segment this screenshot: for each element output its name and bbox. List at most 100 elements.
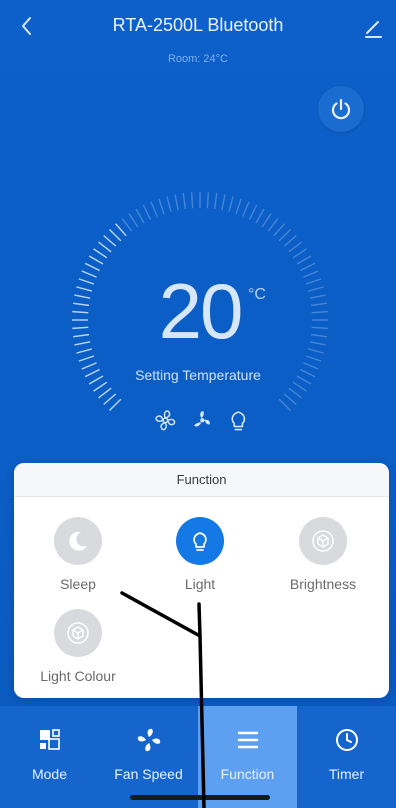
bulb-icon [231, 411, 246, 430]
nav-item-mode[interactable]: Mode [0, 706, 99, 808]
dial-tick [309, 294, 326, 299]
dial-tick [78, 278, 95, 285]
dial-tick [158, 198, 165, 215]
dial-tick [292, 248, 307, 259]
power-button[interactable] [318, 86, 364, 132]
dial-tick [115, 223, 127, 237]
cube-icon [67, 622, 89, 644]
dial-tick [73, 302, 90, 307]
nav-item-fan-speed[interactable]: Fan Speed [99, 706, 198, 808]
temperature-label: Setting Temperature [135, 367, 261, 383]
dial-tick [303, 270, 319, 278]
dial-tick [98, 241, 112, 253]
dial-tick [103, 393, 117, 405]
dial-tick [74, 341, 91, 346]
brightness-toggle[interactable] [299, 517, 347, 565]
room-temperature: Room: 24°C [167, 53, 229, 65]
dial-tick [261, 213, 272, 228]
dial-tick [283, 235, 297, 247]
dial-tick [142, 204, 152, 220]
dial-tick [93, 381, 108, 392]
dial-tick [72, 326, 89, 330]
dial-tick [190, 192, 194, 209]
dial-tick [78, 355, 95, 362]
power-icon [331, 98, 351, 120]
dial-tick [98, 387, 112, 399]
menu-icon [237, 731, 258, 749]
dial-tick [103, 235, 117, 247]
bulb-icon [193, 532, 207, 551]
dial-tick [288, 387, 302, 399]
light-colour-label: Light Colour [40, 668, 116, 684]
moon-icon [69, 531, 87, 551]
cube-icon [312, 530, 334, 552]
dial-tick [84, 262, 100, 272]
function-panel: Function Sleep Light Brightness Light Co… [14, 463, 389, 698]
function-sleep[interactable]: Sleep [28, 517, 128, 592]
mode-grid-icon [39, 729, 60, 750]
dial-tick [273, 223, 285, 237]
bottom-nav: Mode Fan Speed Function Timer [0, 706, 396, 808]
home-indicator[interactable] [130, 795, 270, 800]
dial-tick [88, 255, 104, 265]
dial-tick [292, 381, 307, 392]
dial-tick [74, 294, 91, 299]
dial-tick [235, 198, 242, 215]
nav-label-timer: Timer [328, 766, 365, 782]
dial-tick [166, 196, 172, 212]
function-brightness[interactable]: Brightness [273, 517, 373, 592]
dial-tick [135, 208, 145, 224]
function-light[interactable]: Light [150, 517, 250, 592]
dial-tick [81, 270, 97, 278]
status-icons [152, 403, 252, 437]
nav-label-mode: Mode [31, 766, 68, 782]
nav-label-function: Function [220, 766, 275, 782]
dial-tick [221, 194, 226, 211]
dial-tick [108, 398, 122, 412]
dial-tick [310, 333, 327, 338]
nav-label-fan-speed: Fan Speed [114, 766, 183, 782]
dial-tick [311, 310, 328, 314]
dial-tick [255, 208, 265, 224]
light-label: Light [184, 576, 216, 592]
pencil-icon[interactable] [362, 14, 384, 40]
fan-speed-icon [193, 410, 210, 427]
app-screen: RTA-2500L Bluetooth Room: 24°C 20 °C Set… [0, 0, 396, 808]
dial-tick [121, 218, 133, 232]
dial-tick [76, 286, 92, 292]
light-colour-toggle[interactable] [54, 609, 102, 657]
dial-tick [308, 286, 324, 292]
dial-tick [108, 228, 122, 242]
nav-item-function[interactable]: Function [198, 706, 297, 808]
dial-tick [308, 348, 324, 354]
dial-tick [128, 213, 139, 228]
dial-tick [248, 204, 258, 220]
dial-tick [228, 196, 234, 212]
light-toggle[interactable] [176, 517, 224, 565]
dial-tick [288, 241, 302, 253]
dial-tick [72, 310, 89, 314]
function-panel-title: Function [14, 463, 389, 497]
temperature-unit: °C [248, 286, 266, 303]
device-title: RTA-2500L Bluetooth [112, 15, 284, 35]
dial-tick [305, 355, 322, 362]
dial-tick [242, 201, 250, 217]
dial-tick [278, 398, 292, 412]
dial-tick [174, 194, 179, 211]
dial-tick [309, 341, 326, 346]
dial-tick [305, 278, 322, 285]
dial-tick [73, 333, 90, 338]
dial-tick [310, 302, 327, 307]
fan-icon [137, 728, 160, 752]
dial-tick [296, 255, 312, 265]
dial-tick [213, 193, 218, 210]
dial-tick [150, 201, 158, 217]
dial-tick [206, 192, 210, 209]
clock-icon [335, 729, 358, 751]
function-light-colour[interactable]: Light Colour [28, 609, 128, 684]
dial-tick [93, 248, 108, 259]
sleep-toggle[interactable] [54, 517, 102, 565]
dial-tick [311, 326, 328, 330]
nav-item-timer[interactable]: Timer [297, 706, 396, 808]
sleep-label: Sleep [60, 576, 96, 592]
